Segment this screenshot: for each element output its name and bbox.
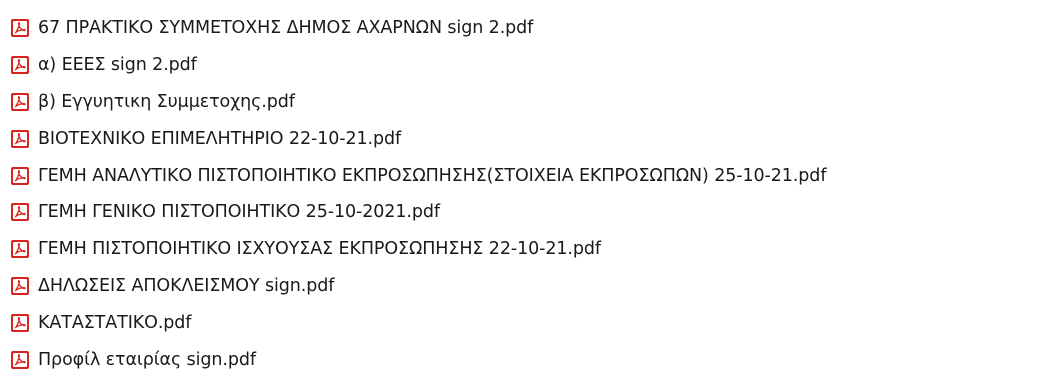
file-item[interactable]: Προφίλ εταιρίας sign.pdf bbox=[0, 341, 1040, 378]
file-item[interactable]: α) ΕΕΕΣ sign 2.pdf bbox=[0, 47, 1040, 84]
file-name: ΓΕΜΗ ΑΝΑΛΥΤΙΚΟ ΠΙΣΤΟΠΟΙΗΤΙΚΟ ΕΚΠΡΟΣΩΠΗΣΗ… bbox=[38, 165, 827, 186]
file-item[interactable]: 67 ΠΡΑΚΤΙΚΟ ΣΥΜΜΕΤΟΧΗΣ ΔΗΜΟΣ ΑΧΑΡΝΩΝ sig… bbox=[0, 10, 1040, 47]
file-item[interactable]: ΒΙΟΤΕΧΝΙΚΟ ΕΠΙΜΕΛΗΤΗΡΙΟ 22-10-21.pdf bbox=[0, 120, 1040, 157]
pdf-file-icon bbox=[10, 55, 30, 75]
file-list: 67 ΠΡΑΚΤΙΚΟ ΣΥΜΜΕΤΟΧΗΣ ΔΗΜΟΣ ΑΧΑΡΝΩΝ sig… bbox=[0, 0, 1040, 378]
file-name: ΚΑΤΑΣΤΑΤΙΚΟ.pdf bbox=[38, 312, 192, 333]
file-item[interactable]: ΓΕΜΗ ΑΝΑΛΥΤΙΚΟ ΠΙΣΤΟΠΟΙΗΤΙΚΟ ΕΚΠΡΟΣΩΠΗΣΗ… bbox=[0, 157, 1040, 194]
file-name: ΓΕΜΗ ΓΕΝΙΚΟ ΠΙΣΤΟΠΟΙΗΤΙΚΟ 25-10-2021.pdf bbox=[38, 202, 440, 223]
pdf-file-icon bbox=[10, 202, 30, 222]
pdf-file-icon bbox=[10, 313, 30, 333]
file-item[interactable]: ΓΕΜΗ ΓΕΝΙΚΟ ΠΙΣΤΟΠΟΙΗΤΙΚΟ 25-10-2021.pdf bbox=[0, 194, 1040, 231]
pdf-file-icon bbox=[10, 18, 30, 38]
file-name: ΓΕΜΗ ΠΙΣΤΟΠΟΙΗΤΙΚΟ ΙΣΧΥΟΥΣΑΣ ΕΚΠΡΟΣΩΠΗΣΗ… bbox=[38, 239, 601, 260]
pdf-file-icon bbox=[10, 129, 30, 149]
file-name: Προφίλ εταιρίας sign.pdf bbox=[38, 349, 256, 370]
pdf-file-icon bbox=[10, 276, 30, 296]
file-item[interactable]: β) Εγγυητικη Συμμετοχης.pdf bbox=[0, 84, 1040, 121]
file-name: ΔΗΛΩΣΕΙΣ ΑΠΟΚΛΕΙΣΜΟΥ sign.pdf bbox=[38, 275, 335, 296]
file-item[interactable]: ΓΕΜΗ ΠΙΣΤΟΠΟΙΗΤΙΚΟ ΙΣΧΥΟΥΣΑΣ ΕΚΠΡΟΣΩΠΗΣΗ… bbox=[0, 231, 1040, 268]
file-item[interactable]: ΚΑΤΑΣΤΑΤΙΚΟ.pdf bbox=[0, 304, 1040, 341]
pdf-file-icon bbox=[10, 92, 30, 112]
file-item[interactable]: ΔΗΛΩΣΕΙΣ ΑΠΟΚΛΕΙΣΜΟΥ sign.pdf bbox=[0, 268, 1040, 305]
file-name: ΒΙΟΤΕΧΝΙΚΟ ΕΠΙΜΕΛΗΤΗΡΙΟ 22-10-21.pdf bbox=[38, 128, 402, 149]
file-name: α) ΕΕΕΣ sign 2.pdf bbox=[38, 55, 197, 76]
pdf-file-icon bbox=[10, 350, 30, 370]
pdf-file-icon bbox=[10, 166, 30, 186]
file-name: β) Εγγυητικη Συμμετοχης.pdf bbox=[38, 91, 295, 112]
pdf-file-icon bbox=[10, 239, 30, 259]
file-name: 67 ΠΡΑΚΤΙΚΟ ΣΥΜΜΕΤΟΧΗΣ ΔΗΜΟΣ ΑΧΑΡΝΩΝ sig… bbox=[38, 18, 534, 39]
